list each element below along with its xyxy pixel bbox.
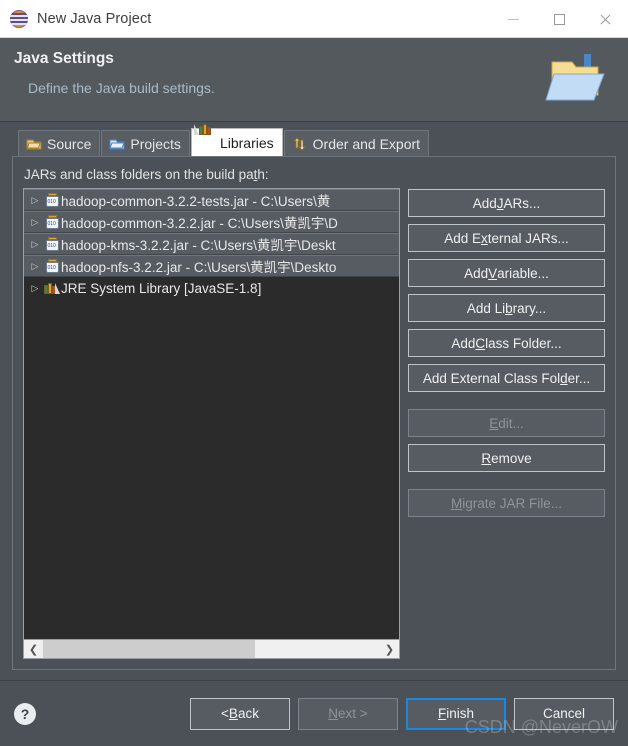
build-path-list-container: ▷ 010 hadoop-common-3.2.2-tests.jar - C:… <box>23 188 400 659</box>
page-title: Java Settings <box>14 50 114 67</box>
source-folder-icon <box>26 137 42 151</box>
dialog-body: Source Projects Libraries Order and Expo… <box>0 122 628 680</box>
expand-arrow-icon[interactable]: ▷ <box>27 261 43 272</box>
close-icon <box>599 13 612 26</box>
list-item-label: hadoop-common-3.2.2.jar - C:\Users\黄凯宇\D <box>61 216 338 231</box>
expand-arrow-icon[interactable]: ▷ <box>27 195 43 206</box>
add-external-class-folder-button[interactable]: Add External Class Fol d er... <box>408 364 605 392</box>
remove-button[interactable]: Remove <box>408 444 605 472</box>
add-library-button[interactable]: Add Li b rary... <box>408 294 605 322</box>
help-question-icon[interactable]: ? <box>14 702 36 725</box>
open-folder-icon <box>109 137 126 151</box>
list-item[interactable]: ▷ 010 hadoop-common-3.2.2-tests.jar - C:… <box>24 189 399 211</box>
tab-label: Projects <box>130 135 181 152</box>
add-class-folder-button[interactable]: Add Class Folder... <box>408 329 605 357</box>
list-item-label: hadoop-common-3.2.2-tests.jar - C:\Users… <box>61 194 331 209</box>
list-item-label: hadoop-kms-3.2.2.jar - C:\Users\黄凯宇\Desk… <box>61 238 336 253</box>
jar-icon: 010 <box>43 259 61 273</box>
list-item[interactable]: ▷ 010 hadoop-kms-3.2.2.jar - C:\Users\黄凯… <box>24 233 399 255</box>
order-export-icon <box>292 136 308 151</box>
panel-content: ▷ 010 hadoop-common-3.2.2-tests.jar - C:… <box>23 188 605 659</box>
list-item-label: hadoop-nfs-3.2.2.jar - C:\Users\黄凯宇\Desk… <box>61 260 337 275</box>
libraries-books-icon <box>43 281 61 295</box>
maximize-button[interactable] <box>536 0 582 38</box>
build-path-label: JARs and class folders on the build path… <box>24 167 269 182</box>
minimize-icon <box>507 18 519 20</box>
libraries-panel: JARs and class folders on the build path… <box>12 156 616 670</box>
jar-icon: 010 <box>43 193 61 207</box>
add-jars-button[interactable]: Add J ARs... <box>408 189 605 217</box>
tab-libraries[interactable]: Libraries <box>190 123 283 156</box>
tab-label: Order and Export <box>312 135 421 152</box>
window-title: New Java Project <box>37 10 152 27</box>
expand-arrow-icon[interactable]: ▷ <box>27 239 43 250</box>
wizard-navigation: < Back Next > Finish Cancel <box>190 697 614 730</box>
dialog-footer: ? < Back Next > Finish Cancel CSDN @Neve… <box>0 680 628 746</box>
expand-arrow-icon[interactable]: ▷ <box>27 217 43 228</box>
new-java-project-dialog: New Java Project Java Settings Define th… <box>0 0 628 746</box>
build-path-list[interactable]: ▷ 010 hadoop-common-3.2.2-tests.jar - C:… <box>24 189 399 639</box>
jar-icon: 010 <box>43 237 61 251</box>
add-external-jars-button[interactable]: Add Ex ternal JARs... <box>408 224 605 252</box>
libraries-books-icon <box>193 123 215 150</box>
tab-label: Source <box>47 135 92 152</box>
horizontal-scrollbar[interactable]: ❮ ❯ <box>24 639 399 658</box>
tab-projects[interactable]: Projects <box>101 130 190 156</box>
scrollbar-track[interactable] <box>43 640 380 658</box>
finish-button[interactable]: Finish <box>406 697 506 730</box>
title-bar: New Java Project <box>0 0 628 38</box>
tab-label: Libraries <box>219 134 274 151</box>
back-button[interactable]: < Back <box>190 697 290 730</box>
migrate-jar-file-button: Migrate JAR File... <box>408 489 605 517</box>
library-actions: Add J ARs... Add Ex ternal JARs... Add Var… <box>408 188 605 659</box>
list-item[interactable]: ▷ JRE System Library [JavaSE-1.8] <box>24 277 399 299</box>
minimize-button[interactable] <box>490 0 536 38</box>
eclipse-logo-icon <box>10 9 28 28</box>
window-controls <box>490 0 628 38</box>
scroll-left-icon[interactable]: ❮ <box>24 640 43 658</box>
scrollbar-thumb[interactable] <box>43 640 255 658</box>
expand-arrow-icon[interactable]: ▷ <box>27 283 43 294</box>
scroll-right-icon[interactable]: ❯ <box>380 640 399 658</box>
tab-bar: Source Projects Libraries Order and Expo… <box>12 123 616 156</box>
edit-button: Edit... <box>408 409 605 437</box>
java-project-folder-icon <box>545 54 605 101</box>
jar-icon: 010 <box>43 215 61 229</box>
tab-order-and-export[interactable]: Order and Export <box>283 130 430 156</box>
list-item[interactable]: ▷ 010 hadoop-common-3.2.2.jar - C:\Users… <box>24 211 399 233</box>
cancel-button[interactable]: Cancel <box>514 697 614 730</box>
list-item[interactable]: ▷ 010 hadoop-nfs-3.2.2.jar - C:\Users\黄凯… <box>24 255 399 277</box>
next-button: Next > <box>298 697 398 730</box>
tab-source[interactable]: Source <box>18 130 101 156</box>
close-button[interactable] <box>582 0 628 38</box>
maximize-icon <box>553 13 565 25</box>
page-description: Define the Java build settings. <box>28 80 215 96</box>
wizard-header: Java Settings Define the Java build sett… <box>0 38 628 122</box>
add-variable-button[interactable]: Add Variable... <box>408 259 605 287</box>
list-item-label: JRE System Library [JavaSE-1.8] <box>61 280 262 296</box>
